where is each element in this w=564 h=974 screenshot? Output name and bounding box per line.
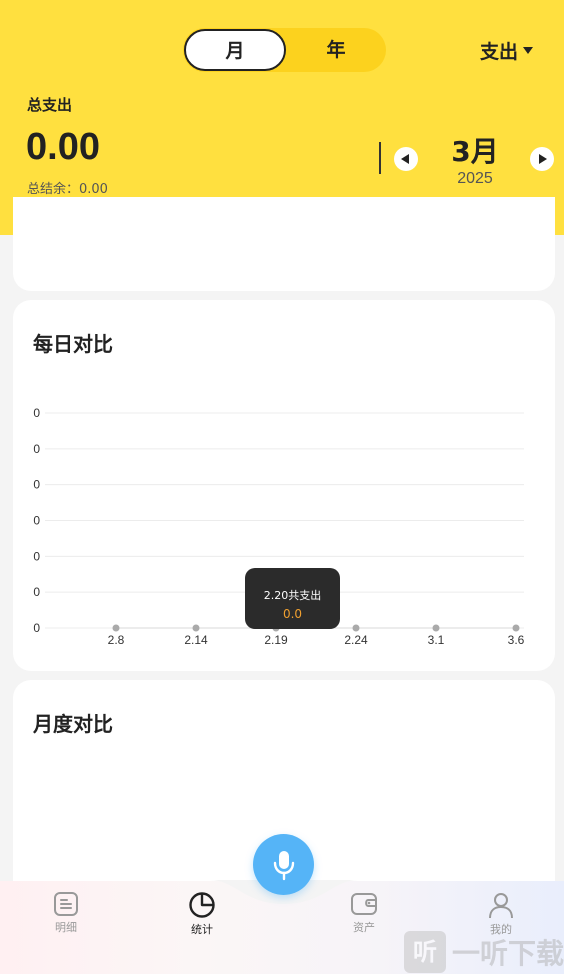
x-tick-label: 2.24 — [344, 633, 368, 647]
y-tick-label: 0 — [33, 549, 40, 563]
tab-year[interactable]: 年 — [286, 28, 386, 72]
tab-details[interactable]: 明细 — [26, 891, 106, 935]
monthly-comparison-title: 月度对比 — [33, 712, 113, 736]
divider — [379, 142, 381, 174]
watermark-text: 一听下载 — [452, 937, 564, 970]
user-icon — [489, 893, 513, 919]
tooltip-value: 0.0 — [282, 607, 303, 621]
microphone-icon — [273, 850, 294, 880]
y-tick-label: 0 — [33, 478, 40, 492]
list-icon — [54, 892, 78, 916]
pie-chart-icon — [189, 892, 215, 918]
x-tick-label: 3.1 — [428, 633, 445, 647]
period-toggle[interactable]: 月 年 — [183, 28, 386, 72]
tab-assets[interactable]: 资产 — [324, 891, 404, 935]
x-tick-label: 2.14 — [184, 633, 208, 647]
tab-details-label: 明细 — [55, 921, 77, 934]
y-tick-label: 0 — [33, 406, 40, 420]
tooltip-label: 2.20共支出 — [263, 589, 322, 602]
data-point[interactable] — [352, 624, 360, 632]
category-card — [13, 197, 555, 291]
x-tick-label: 2.8 — [108, 633, 125, 647]
tab-month[interactable]: 月 — [184, 29, 286, 71]
y-tick-label: 0 — [33, 514, 40, 528]
y-tick-label: 0 — [33, 585, 40, 599]
data-point[interactable] — [112, 624, 120, 632]
tab-statistics[interactable]: 统计 — [162, 891, 242, 937]
prev-month-button[interactable] — [394, 147, 418, 171]
arrow-right-icon — [539, 154, 547, 164]
tab-assets-label: 资产 — [353, 921, 375, 934]
y-tick-label: 0 — [33, 442, 40, 456]
total-expense-amount: 0.00 — [26, 126, 100, 168]
voice-input-button[interactable] — [253, 834, 314, 895]
watermark-logo: 听 — [404, 931, 446, 973]
current-year: 2025 — [457, 170, 493, 187]
data-point[interactable] — [432, 624, 440, 632]
expense-type-dropdown[interactable]: 支出 — [480, 37, 534, 64]
type-select-label: 支出 — [480, 41, 519, 63]
total-balance: 总结余：0.00 — [27, 182, 108, 197]
total-expense-label: 总支出 — [27, 96, 73, 114]
current-month: 3月 — [451, 135, 499, 168]
next-month-button[interactable] — [530, 147, 554, 171]
watermark: 听 一听下载 — [404, 931, 564, 973]
x-tick-label: 2.19 — [264, 633, 288, 647]
y-tick-label: 0 — [33, 621, 40, 635]
chart-tooltip: 2.20共支出 0.0 — [245, 568, 340, 629]
x-tick-label: 3.6 — [508, 633, 525, 647]
arrow-left-icon — [401, 154, 409, 164]
data-point[interactable] — [192, 624, 200, 632]
caret-down-icon — [523, 47, 534, 54]
daily-comparison-card: 每日对比 0 0 0 0 0 0 0 2.8 2.14 2.19 2.24 3.1 3.6 2.20共支… — [13, 300, 555, 671]
wallet-icon — [351, 893, 377, 915]
data-point[interactable] — [512, 624, 520, 632]
tab-statistics-label: 统计 — [191, 923, 213, 936]
